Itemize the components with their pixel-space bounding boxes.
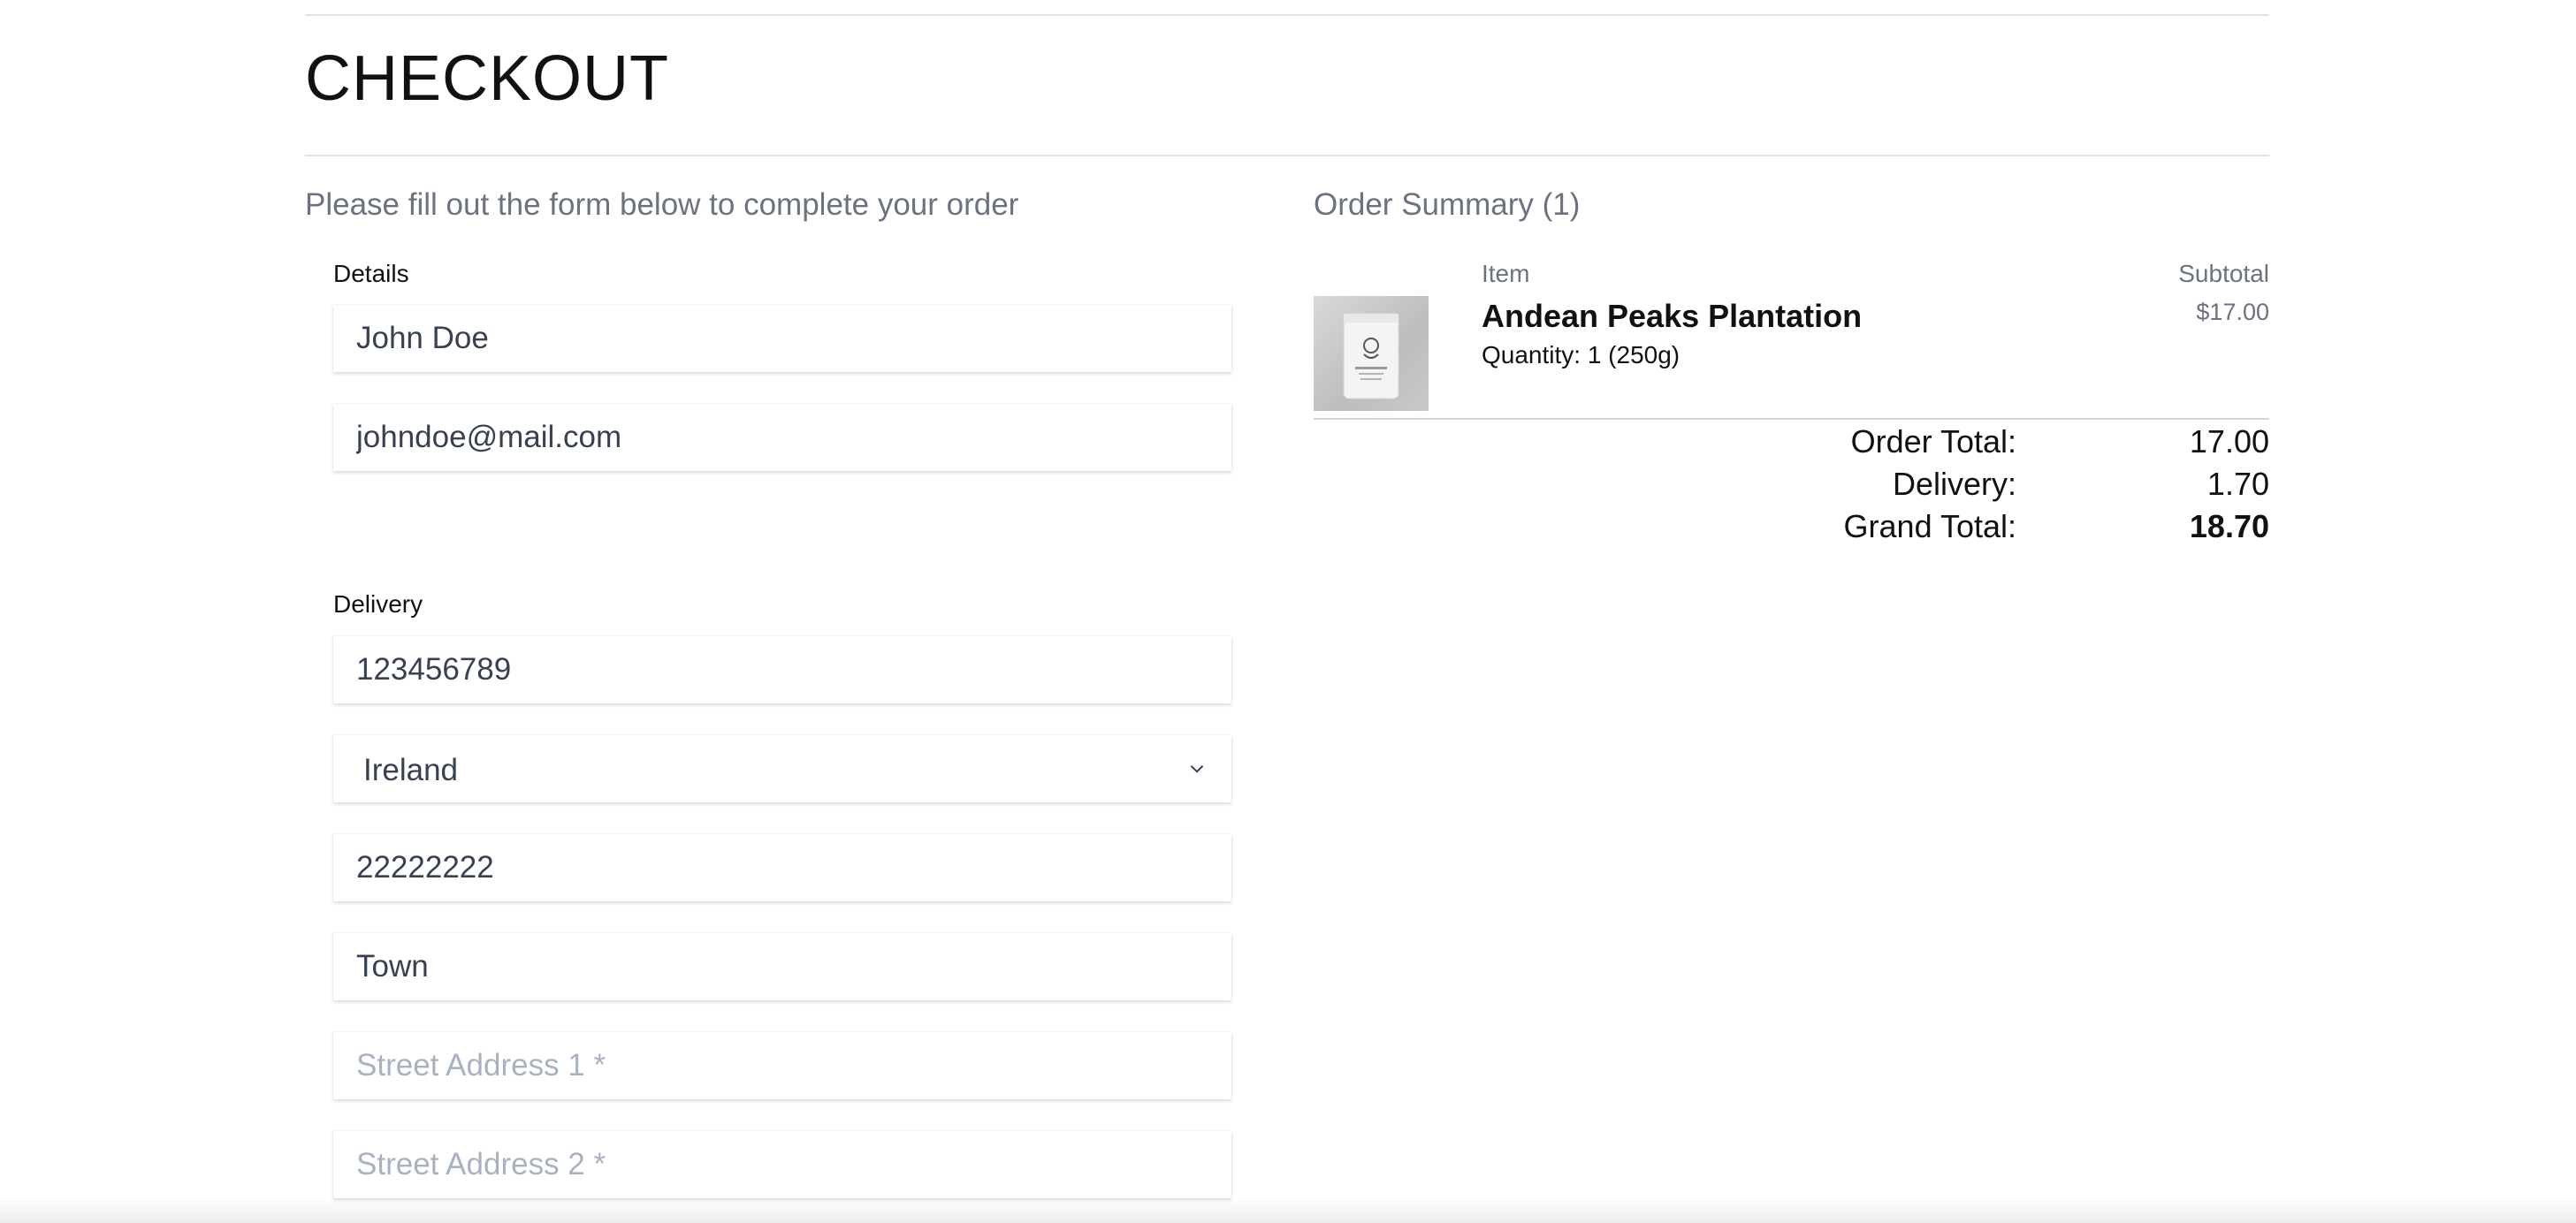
- details-label: Details: [333, 260, 409, 287]
- product-quantity: Quantity: 1 (250g): [1482, 341, 1680, 368]
- page-title: CHECKOUT: [305, 43, 670, 114]
- grand-total-value: 18.70: [2189, 508, 2269, 544]
- order-total-value: 17.00: [2189, 423, 2269, 460]
- coffee-bag-image: [1343, 313, 1399, 399]
- country-select[interactable]: Ireland: [333, 735, 1231, 802]
- top-divider: [305, 14, 2269, 16]
- phone-input[interactable]: [333, 636, 1231, 703]
- delivery-label: Delivery: [333, 590, 423, 618]
- street-address-2-input[interactable]: [333, 1131, 1231, 1198]
- summary-divider: [1314, 418, 2269, 420]
- town-input[interactable]: [333, 933, 1231, 1000]
- postcode-input[interactable]: [333, 834, 1231, 901]
- subtotal-column-header: Subtotal: [2178, 260, 2269, 287]
- product-subtotal: $17.00: [2196, 299, 2269, 325]
- form-instructions: Please fill out the form below to comple…: [305, 187, 1019, 222]
- delivery-cost-value: 1.70: [2206, 466, 2269, 502]
- country-selected-value: Ireland: [363, 753, 459, 787]
- street-address-1-input[interactable]: [333, 1032, 1231, 1099]
- full-name-input[interactable]: [333, 305, 1231, 372]
- item-column-header: Item: [1482, 260, 1530, 287]
- bottom-edge-shadow: [0, 1196, 2576, 1223]
- delivery-cost-label: Delivery:: [1892, 466, 2016, 502]
- order-summary-title: Order Summary (1): [1314, 187, 1581, 222]
- title-divider: [305, 155, 2269, 156]
- product-name: Andean Peaks Plantation: [1482, 298, 1863, 334]
- grand-total-label: Grand Total:: [1843, 508, 2016, 544]
- order-total-label: Order Total:: [1850, 423, 2016, 460]
- email-input[interactable]: [333, 404, 1231, 471]
- chevron-down-icon: [1190, 765, 1204, 773]
- product-image: [1314, 296, 1429, 411]
